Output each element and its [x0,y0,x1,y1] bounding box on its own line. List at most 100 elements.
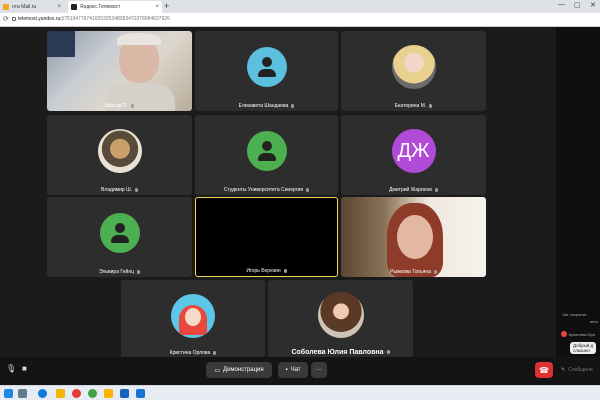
tab-mail[interactable]: нта Mail.ru × [0,1,64,13]
more-options-button[interactable]: ··· [311,362,327,378]
avatar [99,213,140,253]
sender-avatar [561,331,567,337]
participant-name: Дмитрий Жаринов [341,187,486,193]
participant-name: Екатерина М. [341,103,486,109]
participant-tile[interactable]: Екатерина М. [341,31,486,111]
lock-icon [12,17,16,21]
screen-share-icon: ▭ [214,367,221,374]
camera-icon[interactable]: ■ [22,364,27,373]
tab-telemost[interactable]: Яндекс.Телемост × [68,1,162,13]
participant-name: Рыжкова Татьяна [341,269,486,275]
participant-tile[interactable]: Виктор П. [47,31,192,111]
avatar-initials: ДЖ [397,139,430,162]
participant-name: Виктор П. [47,103,192,109]
close-window-icon[interactable]: ✕ [590,1,596,9]
chat-button[interactable]: ▪ Чат [278,362,308,378]
more-icon: ··· [316,367,322,373]
new-tab-button[interactable]: + [164,1,169,11]
mic-icon [130,103,134,108]
avatar [246,131,287,171]
participant-tile[interactable]: Елизавета Шандаева [195,31,338,111]
chat-icon: ▪ [285,367,288,373]
video-grid: Виктор П. Елизавета Шандаева Екатерина М… [0,27,556,358]
address-bar[interactable]: ⟳ telemost.yandex.ru /j/7519477674102032… [0,13,600,27]
explorer-icon[interactable] [56,389,65,398]
avatar [171,294,215,338]
mic-icon [135,187,139,192]
mic-icon [433,269,437,274]
participant-name: Владимир Ш. [47,187,192,193]
edge-icon[interactable] [38,389,47,398]
microphone-icon[interactable]: 🎙 [6,364,16,373]
person-icon [257,141,276,161]
os-taskbar [0,385,600,400]
maximize-icon[interactable]: ▢ [574,1,581,9]
url-host: telemost.yandex.ru [18,16,61,22]
screen-share-label: Демонстрация [223,367,264,373]
yandex-icon[interactable] [72,389,81,398]
participant-tile-speaking[interactable]: Игорь Березин [195,197,338,277]
participant-name: Игорь Березин [196,268,337,274]
participant-tile[interactable]: Владимир Ш. [47,115,192,195]
chat-history-note: авто [590,319,599,324]
mic-icon [306,187,310,192]
participant-tile[interactable]: ДЖ Дмитрий Жаринов [341,115,486,195]
attach-icon: ✎ [561,367,566,373]
participant-tile[interactable]: Соболева Юлия Павловна ··· [268,280,413,358]
phone-hangup-icon: ☎ [539,365,549,375]
participant-name: Соболева Юлия Павловна [268,349,413,356]
participant-name: Эльвира Гейнц [47,269,192,275]
start-icon[interactable] [4,389,13,398]
chat-message-input[interactable]: ✎ Сообщени [561,363,600,377]
hang-up-button[interactable]: ☎ [535,362,553,378]
avatar [391,45,436,89]
task-view-icon[interactable] [18,389,27,398]
avatar [97,129,142,173]
word-icon[interactable] [120,389,129,398]
store-icon[interactable] [104,389,113,398]
background-screen [47,31,75,57]
mic-icon [434,187,438,192]
avatar [246,47,287,87]
close-icon[interactable]: × [155,4,159,10]
participant-tile[interactable]: Рыжкова Татьяна [341,197,486,277]
url-field[interactable]: telemost.yandex.ru /j/751947767410203253… [12,16,170,22]
screen-share-button[interactable]: ▭ Демонстрация [206,362,272,378]
telemost-favicon-icon [71,4,77,10]
mail-favicon-icon [3,4,9,10]
avatar-face [185,308,201,326]
mic-icon [213,350,217,355]
message-placeholder: Сообщени [568,367,593,373]
call-toolbar: 🎙 ■ ▭ Демонстрация ▪ Чат ··· ☎ ✎ Сообщен… [0,357,600,385]
tab-label: нта Mail.ru [12,4,37,10]
mic-icon [136,269,140,274]
tab-label: Яндекс.Телемост [80,4,121,10]
mic-icon [283,268,287,273]
more-icon[interactable]: ··· [384,349,391,356]
participant-tile[interactable]: Кристина Орлова [121,280,265,358]
chrome-icon[interactable] [88,389,97,398]
chat-label: Чат [290,367,301,373]
person-icon [257,57,276,77]
participant-hair [117,33,161,45]
chat-message-text: слышно [573,348,590,353]
outlook-icon[interactable] [136,389,145,398]
url-path: /j/7519477674102032534828347027808462792… [60,16,170,22]
chat-sender: Кристина Орл [569,332,595,337]
avatar: ДЖ [391,129,436,173]
participant-name: Кристина Орлова [121,350,265,356]
avatar [317,292,364,338]
person-icon [110,223,129,243]
chat-message-bubble: Добрый д слышно [570,342,597,354]
reload-icon[interactable]: ⟳ [3,15,9,23]
browser-tab-bar: нта Mail.ru × Яндекс.Телемост × + — ▢ ✕ [0,0,600,13]
chat-panel: Чат сохранит авто Кристина Орл [556,27,600,357]
close-icon[interactable]: × [57,4,61,10]
mic-icon [429,103,433,108]
chat-history-note: Чат сохранит [562,312,587,317]
participant-tile[interactable]: Студенты Университета Синергия [195,115,338,195]
participant-face [397,215,433,259]
participant-name: Елизавета Шандаева [195,103,338,109]
participant-tile[interactable]: Эльвира Гейнц [47,197,192,277]
minimize-icon[interactable]: — [558,1,565,8]
